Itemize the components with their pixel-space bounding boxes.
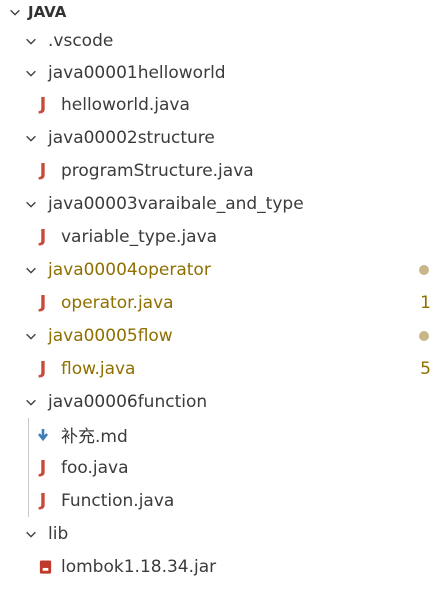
explorer-root-header[interactable]: JAVA — [0, 0, 437, 24]
file-explorer: JAVA .vscode java00001helloworld J hello… — [0, 0, 437, 589]
tree-file-variable-type-java[interactable]: J variable_type.java — [0, 220, 437, 253]
tree-folder-java00002structure[interactable]: java00002structure — [0, 121, 437, 154]
root-folder-label: JAVA — [28, 3, 67, 21]
modified-dot-icon — [419, 264, 429, 275]
chevron-down-icon — [22, 327, 40, 345]
tree-folder-java00005flow[interactable]: java00005flow — [0, 319, 437, 352]
modified-dot-icon — [419, 330, 429, 341]
file-label: foo.java — [61, 457, 129, 478]
chevron-down-icon — [22, 32, 40, 50]
java-file-icon: J — [39, 159, 47, 181]
tree-file-markdown[interactable]: 补充.md — [0, 418, 437, 451]
chevron-down-icon — [22, 195, 40, 213]
tree-file-function-java[interactable]: J Function.java — [0, 484, 437, 517]
problem-count-badge: 1 — [420, 292, 431, 313]
tree-file-programstructure-java[interactable]: J programStructure.java — [0, 154, 437, 187]
problem-count-badge: 5 — [420, 358, 431, 379]
file-label: Function.java — [61, 490, 175, 511]
file-label: programStructure.java — [61, 160, 254, 181]
java-file-icon: J — [39, 456, 47, 478]
tree-folder-java00004operator[interactable]: java00004operator — [0, 253, 437, 286]
folder-label: java00001helloworld — [48, 62, 226, 83]
file-label: lombok1.18.34.jar — [61, 556, 217, 577]
file-label: variable_type.java — [61, 226, 218, 247]
tree-folder-lib[interactable]: lib — [0, 517, 437, 550]
chevron-down-icon — [22, 393, 40, 411]
tree-file-flow-java[interactable]: J flow.java 5 — [0, 352, 437, 385]
tree-folder-java00006function[interactable]: java00006function — [0, 385, 437, 418]
tree-file-operator-java[interactable]: J operator.java 1 — [0, 286, 437, 319]
java-file-icon: J — [39, 489, 47, 511]
java-file-icon: J — [39, 93, 47, 115]
folder-label: java00002structure — [48, 127, 215, 148]
java-file-icon: J — [39, 225, 47, 247]
java-file-icon: J — [39, 357, 47, 379]
tree-file-helloworld-java[interactable]: J helloworld.java — [0, 88, 437, 121]
tree-folder-java00001helloworld[interactable]: java00001helloworld — [0, 56, 437, 89]
folder-label: .vscode — [48, 30, 114, 51]
chevron-down-icon — [22, 261, 40, 279]
tree-file-foo-java[interactable]: J foo.java — [0, 451, 437, 484]
tree-file-lombok-jar[interactable]: lombok1.18.34.jar — [0, 550, 437, 583]
java-file-icon: J — [39, 291, 47, 313]
markdown-icon — [34, 425, 52, 445]
folder-label: java00005flow — [48, 325, 173, 346]
folder-label: java00003varaibale_and_type — [48, 193, 304, 214]
file-label: helloworld.java — [61, 94, 190, 115]
file-label: 补充.md — [61, 427, 128, 447]
chevron-down-icon — [22, 64, 40, 82]
tree-folder-java00003varaibale-and-type[interactable]: java00003varaibale_and_type — [0, 187, 437, 220]
folder-label: java00004operator — [48, 259, 211, 280]
chevron-down-icon — [22, 525, 40, 543]
file-label: flow.java — [61, 358, 136, 379]
jar-file-icon — [36, 557, 54, 577]
folder-label: lib — [48, 523, 69, 544]
folder-label: java00006function — [48, 391, 208, 412]
chevron-down-icon — [22, 129, 40, 147]
tree-folder-vscode[interactable]: .vscode — [0, 24, 437, 57]
file-label: operator.java — [61, 292, 174, 313]
chevron-down-icon — [6, 3, 24, 21]
